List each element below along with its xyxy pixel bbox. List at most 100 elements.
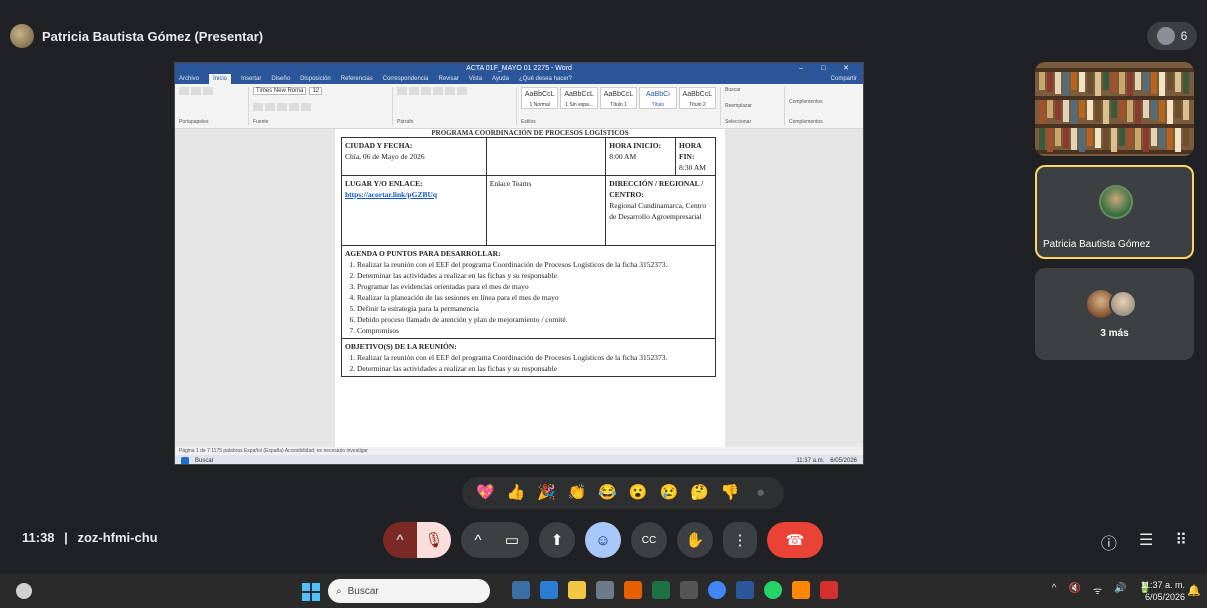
calculator-icon[interactable] bbox=[596, 581, 614, 599]
ciudad-value: Chía, 06 de Mayo de 2026 bbox=[345, 152, 425, 161]
inner-start-icon bbox=[181, 456, 189, 464]
book bbox=[1079, 100, 1085, 118]
find-button[interactable]: Buscar bbox=[725, 87, 780, 93]
agenda-cell: AGENDA O PUNTOS PARA DESARROLLAR: Realiz… bbox=[341, 245, 716, 339]
document-page[interactable]: PROGRAMA COORDINACIÓN DE PROCESOS LOGÍST… bbox=[335, 129, 725, 447]
book bbox=[1087, 100, 1093, 120]
camera-icon[interactable]: ▭ bbox=[495, 522, 529, 558]
taskbar-search[interactable]: ⌕ Buscar bbox=[328, 579, 490, 603]
font-name[interactable]: Times New Roma bbox=[253, 87, 307, 95]
ribbon-group-label: Fuente bbox=[253, 119, 269, 125]
book bbox=[1127, 72, 1133, 96]
style-preset[interactable]: AaBbCi Título bbox=[639, 87, 677, 109]
taskbar-apps bbox=[512, 581, 838, 599]
select-button[interactable]: Seleccionar bbox=[725, 119, 780, 125]
style-preset[interactable]: AaBbCcL Título 1 bbox=[599, 87, 638, 109]
task-view-icon[interactable] bbox=[512, 581, 530, 599]
participant-tile-more[interactable]: 3 más bbox=[1035, 268, 1194, 360]
word-tab[interactable]: Archivo bbox=[179, 74, 199, 84]
reaction-emoji[interactable]: 🤔 bbox=[689, 483, 709, 503]
meeting-link[interactable]: https://acortar.link/pGZBUq bbox=[345, 189, 483, 200]
hora-inicio-label: HORA INICIO: bbox=[609, 141, 662, 150]
style-preset[interactable]: AaBbCcL Título 2 bbox=[678, 87, 717, 109]
style-name: Título bbox=[651, 102, 665, 108]
book bbox=[1183, 128, 1189, 146]
reaction-emoji[interactable]: 👎 bbox=[720, 483, 740, 503]
replace-button[interactable]: Reemplazar bbox=[725, 103, 780, 109]
participant-tile-patricia[interactable]: Patricia Bautista Gómez bbox=[1035, 165, 1194, 259]
book bbox=[1159, 100, 1165, 122]
tray-icon[interactable]: 🔇 bbox=[1069, 583, 1081, 597]
emoji-reactions-button[interactable]: ☺ bbox=[585, 522, 621, 558]
tray-icon[interactable]: ^ bbox=[1052, 583, 1057, 597]
word-tab[interactable]: Diseño bbox=[271, 74, 290, 84]
book bbox=[1087, 72, 1093, 94]
style-preset[interactable]: AaBbCcL 1 Sin espa... bbox=[560, 87, 598, 109]
reaction-emoji[interactable]: 👏 bbox=[567, 483, 587, 503]
word-tab[interactable]: Referencias bbox=[341, 74, 373, 84]
book bbox=[1151, 72, 1157, 94]
ribbon-group-label: Estilos bbox=[521, 119, 536, 125]
excel-icon[interactable] bbox=[652, 581, 670, 599]
clock-icon[interactable] bbox=[680, 581, 698, 599]
mail-icon[interactable] bbox=[540, 581, 558, 599]
chat-icon[interactable]: ☰ bbox=[1139, 530, 1153, 554]
chrome-icon[interactable] bbox=[708, 581, 726, 599]
audio-options-button[interactable]: ^ bbox=[383, 522, 417, 558]
share-button[interactable]: Compartir bbox=[831, 74, 857, 84]
windows-start-icon[interactable] bbox=[302, 583, 320, 601]
captions-button[interactable]: CC bbox=[631, 522, 667, 558]
word-tab[interactable]: Correspondencia bbox=[383, 74, 429, 84]
firefox-icon[interactable] bbox=[624, 581, 642, 599]
avatar bbox=[1109, 290, 1137, 318]
file-explorer-icon[interactable] bbox=[568, 581, 586, 599]
weather-icon[interactable] bbox=[16, 583, 32, 599]
notification-icon[interactable]: 🔔 bbox=[1187, 584, 1201, 597]
shared-screen: ACTA 01F_MAYO 01 2275 - Word – □ ✕ Archi… bbox=[174, 62, 864, 465]
word-titlebar: ACTA 01F_MAYO 01 2275 - Word – □ ✕ bbox=[175, 63, 863, 74]
video-options-button[interactable]: ^ bbox=[461, 522, 495, 558]
ribbon-group-editing: Buscar Reemplazar Seleccionar bbox=[725, 87, 785, 125]
word-icon[interactable] bbox=[736, 581, 754, 599]
reaction-emoji[interactable]: 👍 bbox=[506, 483, 526, 503]
more-options-button[interactable]: ⋮ bbox=[723, 522, 757, 558]
raise-hand-button[interactable]: ✋ bbox=[677, 522, 713, 558]
book bbox=[1071, 128, 1077, 150]
app-icon[interactable] bbox=[792, 581, 810, 599]
reaction-emoji[interactable]: 😂 bbox=[598, 483, 618, 503]
taskbar-clock[interactable]: 11:37 a. m. 6/05/2026 bbox=[1141, 579, 1185, 603]
book bbox=[1095, 100, 1101, 122]
present-screen-button[interactable]: ⬆ bbox=[539, 522, 575, 558]
info-icon[interactable]: ⓘ bbox=[1101, 530, 1117, 554]
word-tab[interactable]: Insertar bbox=[241, 74, 261, 84]
font-size[interactable]: 12 bbox=[309, 87, 323, 95]
activities-icon[interactable]: ⠿ bbox=[1175, 530, 1187, 554]
leave-call-button[interactable]: ☎ bbox=[767, 522, 823, 558]
window-controls: – □ ✕ bbox=[799, 65, 857, 72]
tray-icon[interactable]: 🔊 bbox=[1114, 583, 1126, 597]
reaction-emoji[interactable]: 🎉 bbox=[536, 483, 556, 503]
word-tab[interactable]: Vista bbox=[469, 74, 482, 84]
reaction-emoji[interactable]: 💖 bbox=[475, 483, 495, 503]
mic-off-icon[interactable]: 🎙 bbox=[417, 522, 451, 558]
addins-button[interactable]: Complementos bbox=[789, 99, 845, 105]
style-preset[interactable]: AaBbCcL 1 Normal bbox=[521, 87, 559, 109]
search-icon: ⌕ bbox=[336, 585, 342, 597]
word-tab[interactable]: ¿Qué desea hacer? bbox=[519, 74, 572, 84]
presenter-avatar bbox=[10, 24, 34, 48]
reaction-emoji[interactable]: 😮 bbox=[628, 483, 648, 503]
word-tab[interactable]: Disposición bbox=[300, 74, 331, 84]
word-tab[interactable]: Ayuda bbox=[492, 74, 509, 84]
whatsapp-icon[interactable] bbox=[764, 581, 782, 599]
people-button[interactable]: 6 bbox=[1147, 22, 1197, 50]
reaction-emoji[interactable]: ● bbox=[751, 483, 771, 503]
list-item: Compromisos bbox=[357, 325, 712, 336]
word-tab[interactable]: Revisar bbox=[438, 74, 458, 84]
book bbox=[1135, 128, 1141, 150]
reaction-emoji[interactable]: 😢 bbox=[659, 483, 679, 503]
pdf-icon[interactable] bbox=[820, 581, 838, 599]
participant-tile-video[interactable] bbox=[1035, 62, 1194, 156]
word-tab[interactable]: Inicio bbox=[209, 74, 232, 84]
book bbox=[1063, 72, 1069, 96]
tray-icon[interactable]: ᯤ bbox=[1093, 583, 1102, 597]
